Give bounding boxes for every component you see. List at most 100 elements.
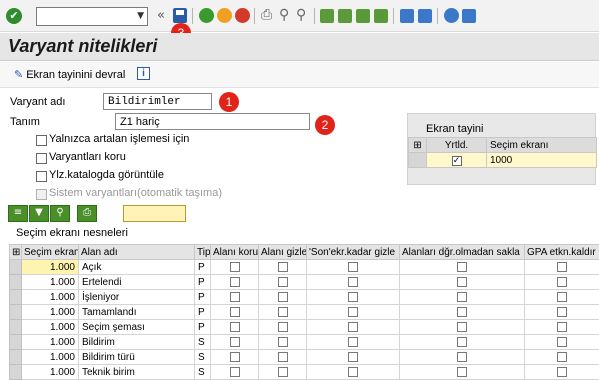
column-header[interactable]: 'Son'ekr.kadar gizle — [306, 244, 400, 260]
protect-variant-checkbox[interactable] — [36, 153, 47, 164]
hide-field-checkbox[interactable] — [258, 274, 307, 290]
hide-to-end-checkbox[interactable] — [306, 364, 400, 380]
protect-field-checkbox[interactable] — [210, 319, 259, 335]
hide-to-end-checkbox[interactable] — [306, 304, 400, 320]
created-checkbox[interactable]: ✓ — [426, 152, 487, 168]
filter-icon[interactable]: ▼ — [29, 205, 49, 222]
row-selector[interactable] — [9, 349, 22, 365]
row-selector[interactable] — [9, 259, 22, 275]
screen-cell[interactable]: 1.000 — [21, 319, 79, 335]
column-header[interactable]: Alanları dğr.olmadan sakla — [399, 244, 525, 260]
background-only-checkbox[interactable] — [36, 135, 47, 146]
hide-to-end-checkbox[interactable] — [306, 289, 400, 305]
deactivate-gpa-checkbox[interactable] — [524, 349, 599, 365]
column-header[interactable]: Alanı koru — [210, 244, 259, 260]
screen-cell[interactable]: 1.000 — [21, 304, 79, 320]
hide-to-end-checkbox[interactable] — [306, 319, 400, 335]
column-header[interactable]: GPA etkn.kaldır — [524, 244, 599, 260]
column-header[interactable]: Alanı gizle — [258, 244, 307, 260]
protect-field-checkbox[interactable] — [210, 304, 259, 320]
deactivate-gpa-checkbox[interactable] — [524, 334, 599, 350]
row-selector[interactable] — [9, 274, 22, 290]
assign-screen-button[interactable]: ✎ Ekran tayinini devral — [14, 68, 125, 81]
save-without-values-checkbox[interactable] — [399, 334, 525, 350]
save-without-values-checkbox[interactable] — [399, 364, 525, 380]
protect-field-checkbox[interactable] — [210, 334, 259, 350]
screen-cell[interactable]: 1.000 — [21, 334, 79, 350]
hide-field-checkbox[interactable] — [258, 289, 307, 305]
deactivate-gpa-checkbox[interactable] — [524, 259, 599, 275]
protect-field-checkbox[interactable] — [210, 289, 259, 305]
find-icon[interactable]: ⚲ — [279, 7, 289, 23]
deactivate-gpa-checkbox[interactable] — [524, 304, 599, 320]
variant-name-field[interactable]: Bildirimler — [103, 93, 212, 110]
column-header[interactable]: Alan adı — [78, 244, 195, 260]
find-next-icon[interactable]: ⚲ — [296, 7, 306, 23]
hide-field-checkbox[interactable] — [258, 364, 307, 380]
screen-cell[interactable]: 1.000 — [21, 364, 79, 380]
hide-field-checkbox[interactable] — [258, 319, 307, 335]
grid-settings-icon[interactable]: ⊞ — [9, 244, 22, 260]
save-icon[interactable] — [173, 8, 187, 23]
hide-field-checkbox[interactable] — [258, 349, 307, 365]
print-icon[interactable]: ⎙ — [77, 205, 97, 222]
save-without-values-checkbox[interactable] — [399, 349, 525, 365]
layout-menu-icon[interactable] — [462, 9, 476, 23]
hide-field-checkbox[interactable] — [258, 304, 307, 320]
screen-number-cell[interactable]: 1000 — [486, 152, 597, 168]
deactivate-gpa-checkbox[interactable] — [524, 364, 599, 380]
enter-check-icon[interactable]: ✔ — [6, 8, 22, 24]
command-field[interactable]: ▼ — [36, 7, 148, 26]
back-arrows[interactable]: « — [157, 8, 165, 23]
screen-cell[interactable]: 1.000 — [21, 259, 79, 275]
hide-to-end-checkbox[interactable] — [306, 274, 400, 290]
screen-cell[interactable]: 1.000 — [21, 349, 79, 365]
save-without-values-checkbox[interactable] — [399, 289, 525, 305]
save-without-values-checkbox[interactable] — [399, 304, 525, 320]
row-selector[interactable] — [9, 334, 22, 350]
save-without-values-checkbox[interactable] — [399, 259, 525, 275]
deactivate-gpa-checkbox[interactable] — [524, 274, 599, 290]
row-selector[interactable] — [9, 319, 22, 335]
last-page-icon[interactable] — [374, 9, 388, 23]
previous-page-icon[interactable] — [338, 9, 352, 23]
hide-field-checkbox[interactable] — [258, 334, 307, 350]
screen-cell[interactable]: 1.000 — [21, 289, 79, 305]
print-icon[interactable]: ⎙ — [261, 7, 272, 23]
protect-field-checkbox[interactable] — [210, 364, 259, 380]
deactivate-gpa-checkbox[interactable] — [524, 289, 599, 305]
save-without-values-checkbox[interactable] — [399, 274, 525, 290]
hide-to-end-checkbox[interactable] — [306, 259, 400, 275]
first-page-icon[interactable] — [320, 9, 334, 23]
hide-to-end-checkbox[interactable] — [306, 334, 400, 350]
find-icon[interactable]: ⚲ — [50, 205, 70, 222]
description-field[interactable]: Z1 hariç — [115, 113, 310, 130]
row-selector[interactable] — [9, 289, 22, 305]
column-header[interactable]: Tip — [194, 244, 211, 260]
info-icon[interactable]: i — [137, 67, 150, 80]
cancel-icon[interactable] — [235, 8, 250, 23]
protect-field-checkbox[interactable] — [210, 274, 259, 290]
row-selector[interactable] — [408, 152, 427, 168]
shortcut-icon[interactable] — [418, 9, 432, 23]
column-header[interactable]: Seçim ekranı — [21, 244, 79, 260]
help-icon[interactable] — [444, 8, 459, 23]
new-session-icon[interactable] — [400, 9, 414, 23]
protect-field-checkbox[interactable] — [210, 349, 259, 365]
hide-to-end-checkbox[interactable] — [306, 349, 400, 365]
hide-field-checkbox[interactable] — [258, 259, 307, 275]
next-page-icon[interactable] — [356, 9, 370, 23]
show-in-catalog-checkbox[interactable] — [36, 171, 47, 182]
screen-cell[interactable]: 1.000 — [21, 274, 79, 290]
dropdown-arrow-icon[interactable]: ▼ — [137, 11, 144, 21]
save-without-values-checkbox[interactable] — [399, 319, 525, 335]
table-settings-icon[interactable]: ⊞ — [408, 137, 427, 153]
grid-search-input[interactable] — [123, 205, 186, 222]
row-selector[interactable] — [9, 304, 22, 320]
row-selector[interactable] — [9, 364, 22, 380]
back-icon[interactable] — [199, 8, 214, 23]
exit-icon[interactable] — [217, 8, 232, 23]
deactivate-gpa-checkbox[interactable] — [524, 319, 599, 335]
protect-field-checkbox[interactable] — [210, 259, 259, 275]
select-all-icon[interactable]: ≡ — [8, 205, 28, 222]
